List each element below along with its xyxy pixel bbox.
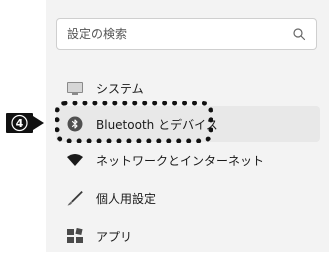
sidebar-item-label: 個人用設定 [96,192,157,206]
bluetooth-icon [67,116,83,132]
step-number: 4 [16,117,24,130]
sidebar-item-label: システム [96,82,144,96]
search-icon[interactable] [292,27,306,41]
sidebar-item-apps[interactable]: アプリ [56,218,320,254]
search-input[interactable]: 設定の検索 [67,25,127,42]
brush-icon [67,191,83,206]
sidebar-item-network[interactable]: ネットワークとインターネット [56,142,320,178]
search-box[interactable]: 設定の検索 [56,18,317,50]
apps-icon [67,228,83,243]
step-marker: 4 [6,113,44,133]
sidebar-item-personalization[interactable]: 個人用設定 [56,180,320,216]
sidebar-item-bluetooth[interactable]: Bluetooth とデバイス [56,106,320,142]
sidebar-item-label: アプリ [96,230,133,244]
sidebar-item-system[interactable]: システム [56,70,320,106]
wifi-icon [67,154,83,166]
monitor-icon [67,82,83,95]
sidebar-item-label: ネットワークとインターネット [96,154,265,168]
sidebar-item-label: Bluetooth とデバイス [96,118,218,132]
